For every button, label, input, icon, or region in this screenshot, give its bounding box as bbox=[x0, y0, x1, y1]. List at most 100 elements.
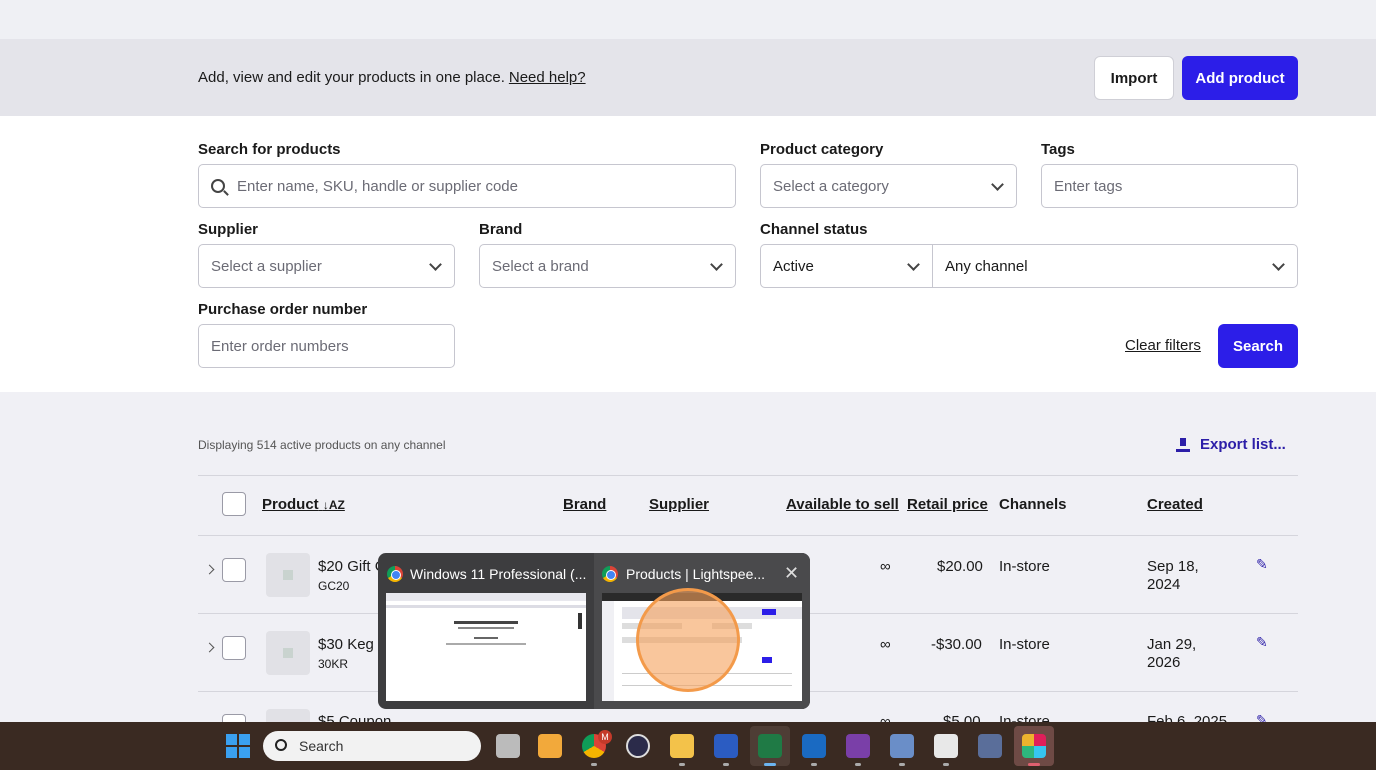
chrome-icon bbox=[602, 566, 618, 582]
available-value: ∞ bbox=[880, 558, 891, 575]
po-input[interactable]: Enter order numbers bbox=[198, 324, 455, 368]
intro-text: Add, view and edit your products in one … bbox=[198, 69, 586, 86]
running-indicator bbox=[855, 763, 861, 766]
running-indicator bbox=[764, 763, 776, 766]
select-all-checkbox[interactable] bbox=[222, 492, 246, 516]
thumbnail-content bbox=[386, 593, 586, 645]
close-icon[interactable]: ✕ bbox=[784, 563, 799, 584]
store-icon[interactable] bbox=[538, 734, 562, 758]
download-icon bbox=[1176, 437, 1190, 452]
channel-value: In-store bbox=[999, 636, 1050, 653]
app-purple-icon[interactable] bbox=[846, 734, 870, 758]
created-year: 2024 bbox=[1147, 576, 1181, 593]
preview-thumbnail-windows[interactable] bbox=[386, 593, 586, 701]
need-help-link[interactable]: Need help? bbox=[509, 69, 586, 86]
top-strip bbox=[0, 0, 1376, 39]
category-label: Product category bbox=[760, 141, 884, 158]
export-list-button[interactable]: Export list... bbox=[1176, 436, 1286, 453]
created-date: Sep 18, bbox=[1147, 558, 1199, 575]
retail-price: -$30.00 bbox=[931, 636, 982, 653]
edit-pencil-icon[interactable]: ✎ bbox=[1256, 634, 1268, 650]
search-label: Search for products bbox=[198, 141, 341, 158]
product-thumbnail bbox=[266, 631, 310, 675]
running-indicator bbox=[591, 763, 597, 766]
export-label: Export list... bbox=[1200, 436, 1286, 453]
column-channels: Channels bbox=[999, 496, 1067, 513]
windows-start-icon[interactable] bbox=[226, 734, 250, 758]
product-name[interactable]: $30 Keg I bbox=[318, 636, 382, 653]
column-supplier[interactable]: Supplier bbox=[649, 496, 709, 513]
column-created[interactable]: Created bbox=[1147, 496, 1203, 513]
chevron-down-icon bbox=[429, 258, 442, 271]
brand-select[interactable]: Select a brand bbox=[479, 244, 736, 288]
product-sku: GC20 bbox=[318, 579, 350, 593]
excel-icon[interactable] bbox=[758, 734, 782, 758]
search-placeholder: Enter name, SKU, handle or supplier code bbox=[237, 177, 518, 195]
category-placeholder: Select a category bbox=[773, 177, 889, 195]
lock-app-icon[interactable] bbox=[626, 734, 650, 758]
outlook-icon[interactable] bbox=[802, 734, 826, 758]
column-retail-price[interactable]: Retail price bbox=[907, 496, 988, 513]
word-icon[interactable] bbox=[714, 734, 738, 758]
product-sku: 30KR bbox=[318, 657, 349, 671]
row-checkbox[interactable] bbox=[222, 558, 246, 582]
tags-input[interactable]: Enter tags bbox=[1041, 164, 1298, 208]
edit-pencil-icon[interactable]: ✎ bbox=[1256, 556, 1268, 572]
import-button[interactable]: Import bbox=[1094, 56, 1174, 100]
search-icon bbox=[275, 739, 287, 751]
row-checkbox[interactable] bbox=[222, 636, 246, 660]
clear-filters-link[interactable]: Clear filters bbox=[1125, 337, 1201, 354]
retail-price: $20.00 bbox=[937, 558, 983, 575]
remote-desktop-icon[interactable] bbox=[890, 734, 914, 758]
running-indicator bbox=[1028, 763, 1040, 766]
running-indicator bbox=[943, 763, 949, 766]
chevron-right-icon[interactable] bbox=[204, 642, 215, 653]
status-select[interactable]: Active bbox=[760, 244, 933, 288]
product-name[interactable]: $20 Gift C bbox=[318, 558, 386, 575]
taskbar-search[interactable]: Search bbox=[263, 731, 481, 761]
running-indicator bbox=[723, 763, 729, 766]
column-product-label: Product bbox=[262, 496, 319, 513]
running-indicator bbox=[811, 763, 817, 766]
app-tool-icon[interactable] bbox=[978, 734, 1002, 758]
column-brand[interactable]: Brand bbox=[563, 496, 606, 513]
tags-placeholder: Enter tags bbox=[1054, 177, 1123, 195]
column-product[interactable]: Product ↓A̲Z bbox=[262, 496, 345, 513]
divider bbox=[198, 535, 1298, 536]
category-select[interactable]: Select a category bbox=[760, 164, 1017, 208]
available-value: ∞ bbox=[880, 636, 891, 653]
snipping-tool-icon[interactable] bbox=[934, 734, 958, 758]
file-explorer-icon[interactable] bbox=[670, 734, 694, 758]
supplier-placeholder: Select a supplier bbox=[211, 257, 322, 275]
search-icon bbox=[211, 179, 225, 193]
preview-window-title[interactable]: Windows 11 Professional (... bbox=[410, 566, 586, 582]
search-input[interactable]: Enter name, SKU, handle or supplier code bbox=[198, 164, 736, 208]
status-value: Active bbox=[773, 257, 814, 275]
slack-icon[interactable] bbox=[1022, 734, 1046, 758]
supplier-select[interactable]: Select a supplier bbox=[198, 244, 455, 288]
results-summary: Displaying 514 active products on any ch… bbox=[198, 438, 446, 452]
preview-window-title[interactable]: Products | Lightspee... bbox=[626, 566, 765, 582]
add-product-button[interactable]: Add product bbox=[1182, 56, 1298, 100]
divider bbox=[198, 475, 1298, 476]
channel-value: In-store bbox=[999, 558, 1050, 575]
taskbar-search-label: Search bbox=[299, 738, 344, 754]
task-view-icon[interactable] bbox=[496, 734, 520, 758]
tags-label: Tags bbox=[1041, 141, 1075, 158]
channel-status-label: Channel status bbox=[760, 221, 868, 238]
search-button[interactable]: Search bbox=[1218, 324, 1298, 368]
column-available[interactable]: Available to sell bbox=[786, 496, 899, 513]
chrome-icon bbox=[387, 566, 403, 582]
product-thumbnail bbox=[266, 553, 310, 597]
chevron-down-icon bbox=[907, 258, 920, 271]
chevron-right-icon[interactable] bbox=[204, 564, 215, 575]
channel-select[interactable]: Any channel bbox=[932, 244, 1298, 288]
channel-value: Any channel bbox=[945, 257, 1028, 275]
mail-badge: M bbox=[598, 730, 612, 744]
po-label: Purchase order number bbox=[198, 301, 368, 318]
chevron-down-icon bbox=[1272, 258, 1285, 271]
chevron-down-icon bbox=[991, 178, 1004, 191]
created-year: 2026 bbox=[1147, 654, 1181, 671]
intro-copy: Add, view and edit your products in one … bbox=[198, 69, 505, 86]
brand-label: Brand bbox=[479, 221, 523, 238]
